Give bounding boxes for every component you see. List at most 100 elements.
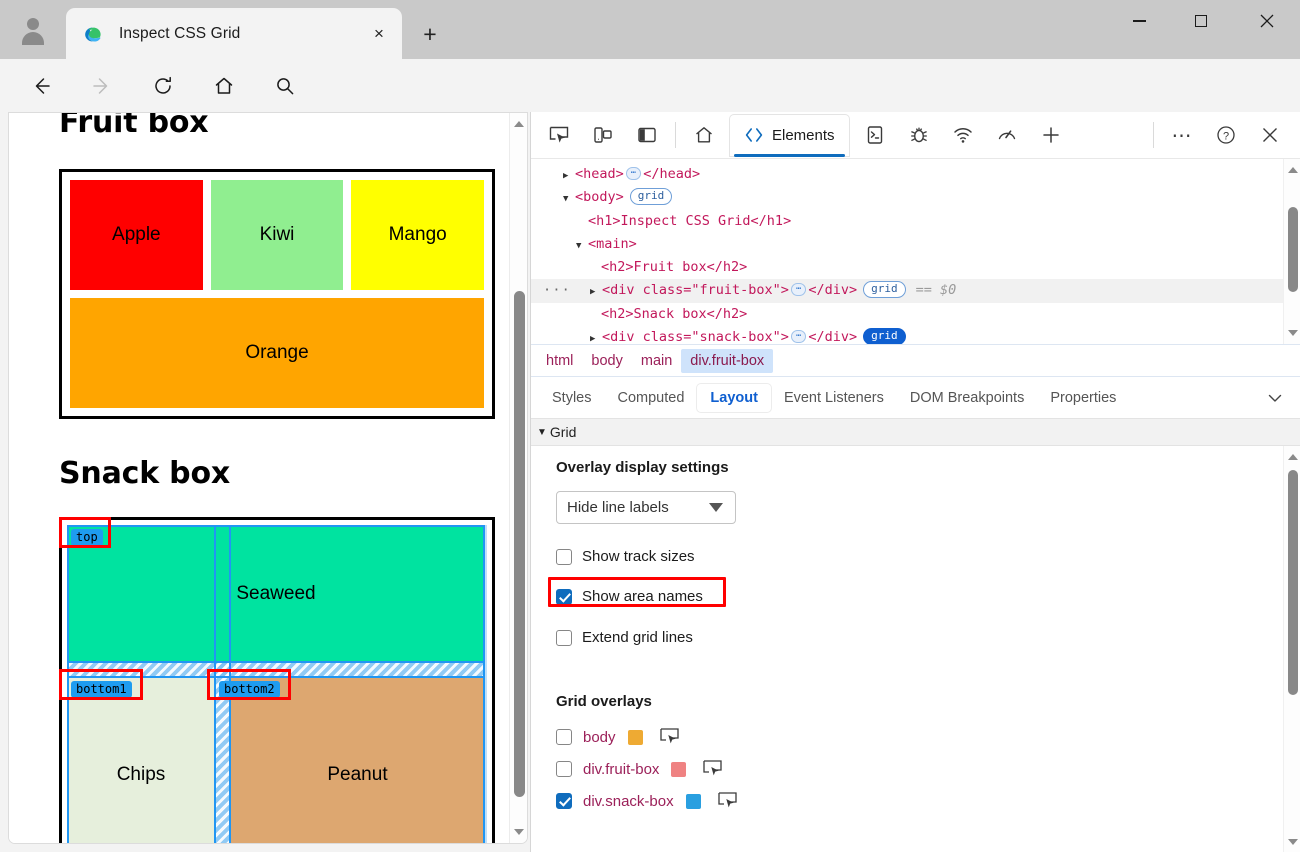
row-menu-icon[interactable]: ··· [543,279,571,302]
tab-styles[interactable]: Styles [539,384,605,412]
inspect-element-button[interactable] [537,115,581,155]
chevron-down-icon [1287,329,1298,336]
checkbox-overlay-body[interactable] [556,729,572,745]
device-emulation-button[interactable] [581,115,625,155]
dom-tree[interactable]: ▶ <head> ⋯ </head> ▼ <body> grid <h1>Inspect … [531,159,1300,344]
checkbox-overlay-snack-box[interactable] [556,793,572,809]
page-scroll-up-button[interactable] [510,115,527,133]
home-button[interactable] [205,67,243,105]
tab-event-listeners[interactable]: Event Listeners [771,384,897,412]
dom-row-h2-snack[interactable]: <h2>Snack box</h2> [531,303,1300,326]
dom-row-head[interactable]: ▶ <head> ⋯ </head> [531,163,1300,186]
browser-tab[interactable]: Inspect CSS Grid × [66,8,402,59]
profile-button[interactable] [10,10,56,50]
dom-row-h1[interactable]: <h1>Inspect CSS Grid</h1> [531,210,1300,233]
breadcrumb-item-html[interactable]: html [537,349,582,373]
expand-triangle-icon[interactable]: ▶ [563,165,575,188]
tab-elements[interactable]: Elements [730,114,849,157]
grid-overlay-row-body[interactable]: body [556,727,681,747]
network-icon [953,128,972,143]
grid-line-mid-a [67,661,485,663]
tab-layout[interactable]: Layout [697,383,771,412]
dom-row-fruit-box[interactable]: ··· ▶ <div class="fruit-box"> ⋯ </div> grid ==… [531,279,1300,304]
dom-scroll-down-button[interactable] [1284,324,1300,341]
tab-console[interactable] [853,115,897,155]
expand-triangle-icon-fruit[interactable]: ▶ [590,281,602,304]
sidebar-tabs: Styles Computed Layout Event Listeners D… [531,377,1300,419]
window-close-button[interactable] [1242,0,1292,42]
checkbox-overlay-fruit-box[interactable] [556,761,572,777]
grid-overlay-row-snack-box[interactable]: div.snack-box [556,791,739,811]
section-collapse-icon[interactable]: ▼ [537,427,547,438]
breadcrumb-item-div-fruit-box[interactable]: div.fruit-box [681,348,774,373]
grid-badge-body[interactable]: grid [629,188,673,206]
layout-scroll-down-button[interactable] [1284,833,1300,850]
dom-row-main[interactable]: ▼ <main> [531,233,1300,256]
search-button[interactable] [266,67,304,105]
breadcrumb-item-main[interactable]: main [632,349,681,373]
tab-performance[interactable] [985,115,1029,155]
code-brackets-icon [745,128,763,142]
layout-scroll-up-button[interactable] [1284,448,1300,465]
collapsed-children-icon-fruit[interactable]: ⋯ [790,283,807,297]
avatar-icon [20,17,46,45]
dom-snack-close: </div> [808,329,858,344]
new-tab-button[interactable]: + [412,16,448,52]
window-minimize-button[interactable] [1114,0,1164,42]
collapsed-children-icon[interactable]: ⋯ [625,167,642,180]
dom-row-snack-box[interactable]: ▶ <div class="snack-box"> ⋯ </div> grid [531,326,1300,344]
checkbox-extend-grid-lines[interactable]: Extend grid lines [556,629,693,646]
tab-properties[interactable]: Properties [1037,384,1129,412]
dom-scrollbar-thumb[interactable] [1288,207,1298,292]
close-tab-icon[interactable]: × [364,19,394,49]
tab-computed[interactable]: Computed [605,384,698,412]
tab-network[interactable] [941,115,985,155]
collapse-triangle-icon[interactable]: ▼ [563,188,575,211]
devtools-more-button[interactable]: ⋯ [1160,115,1204,155]
devtools-close-button[interactable] [1248,115,1292,155]
breadcrumb-item-body[interactable]: body [582,349,631,373]
add-tool-button[interactable] [1029,115,1073,155]
dom-scroll-up-button[interactable] [1284,161,1300,178]
grid-overlay-color-swatch-snack-box[interactable] [685,793,701,809]
pick-element-icon-snack-box[interactable] [717,791,739,811]
devtools-toolbar: Elements ⋯ ? [531,112,1300,159]
tab-sources-debugger[interactable] [897,115,941,155]
grid-overlay-color-swatch-fruit-box[interactable] [671,761,687,777]
page-scrollbar-thumb[interactable] [514,291,525,797]
grid-overlay-color-swatch-body[interactable] [627,729,643,745]
arrow-left-icon [35,78,50,94]
expand-triangle-icon-snack[interactable]: ▶ [590,328,602,344]
window-maximize-button[interactable] [1176,0,1226,42]
grid-section-header[interactable]: ▼ Grid [531,419,1300,446]
forward-button[interactable] [83,67,121,105]
collapse-triangle-icon-main[interactable]: ▼ [576,235,588,258]
page-scroll-down-button[interactable] [510,823,527,841]
page-scrollbar[interactable] [509,113,527,843]
more-tabs-chevron-down-icon[interactable] [1262,386,1288,410]
snack-box-grid: Seaweed Chips Peanut top bottom1 bottom2 [59,517,495,843]
checkbox-box-extend-grid-lines[interactable] [556,629,572,646]
reload-button[interactable] [144,67,182,105]
devtools-welcome-button[interactable] [682,115,726,155]
collapsed-children-icon-snack[interactable]: ⋯ [790,330,807,344]
pick-element-icon-fruit-box[interactable] [702,759,724,779]
grid-overlay-row-fruit-box[interactable]: div.fruit-box [556,759,724,779]
dock-side-button[interactable] [625,115,669,155]
devtools-help-button[interactable]: ? [1204,115,1248,155]
pick-element-icon-body[interactable] [659,727,681,747]
dom-row-h2-fruit[interactable]: <h2>Fruit box</h2> [531,256,1300,279]
dom-row-body[interactable]: ▼ <body> grid [531,186,1300,209]
line-labels-dropdown-value: Hide line labels [567,499,669,516]
grid-badge-snack-box[interactable]: grid [863,328,906,344]
checkbox-box-track-sizes[interactable] [556,548,572,565]
snack-cell-seaweed: Seaweed [67,525,485,662]
line-labels-dropdown[interactable]: Hide line labels [556,491,736,524]
back-button[interactable] [22,67,60,105]
tab-dom-breakpoints[interactable]: DOM Breakpoints [897,384,1037,412]
grid-badge-fruit-box[interactable]: grid [863,281,906,299]
dom-tree-scrollbar[interactable] [1283,159,1300,344]
checkbox-show-track-sizes[interactable]: Show track sizes [556,548,695,565]
layout-pane-scrollbar[interactable] [1283,446,1300,852]
layout-scrollbar-thumb[interactable] [1288,470,1298,695]
